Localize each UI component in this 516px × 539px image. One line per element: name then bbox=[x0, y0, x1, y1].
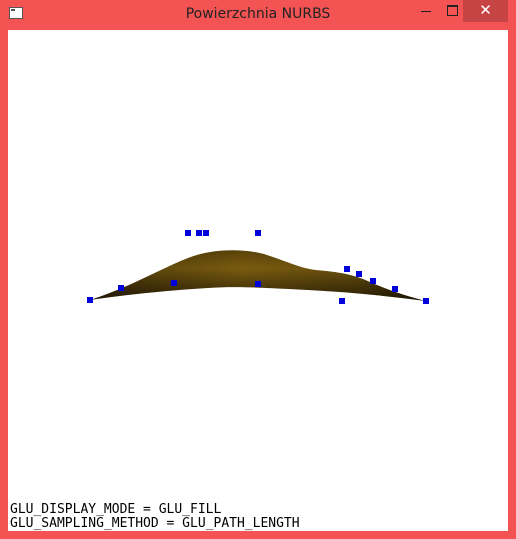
control-point bbox=[87, 297, 93, 303]
app-window: Powierzchnia NURBS ✕ GLU_DISPLAY_MODE = … bbox=[0, 0, 516, 539]
control-point bbox=[203, 230, 209, 236]
control-point bbox=[255, 281, 261, 287]
minimize-icon bbox=[421, 11, 431, 12]
status-sampling-method: GLU_SAMPLING_METHOD = GLU_PATH_LENGTH bbox=[10, 516, 300, 531]
nurbs-surface bbox=[90, 250, 426, 301]
control-point bbox=[185, 230, 191, 236]
control-point bbox=[171, 280, 177, 286]
close-button[interactable]: ✕ bbox=[463, 0, 508, 22]
control-point bbox=[370, 278, 376, 284]
opengl-viewport[interactable]: GLU_DISPLAY_MODE = GLU_FILL GLU_SAMPLING… bbox=[8, 30, 508, 531]
control-point bbox=[356, 271, 362, 277]
title-bar[interactable]: Powierzchnia NURBS ✕ bbox=[0, 0, 516, 30]
control-point bbox=[423, 298, 429, 304]
control-point bbox=[255, 230, 261, 236]
status-display-mode: GLU_DISPLAY_MODE = GLU_FILL bbox=[10, 502, 222, 517]
control-point bbox=[344, 266, 350, 272]
control-point bbox=[118, 285, 124, 291]
nurbs-scene bbox=[87, 230, 429, 304]
close-icon: ✕ bbox=[479, 1, 492, 19]
control-point bbox=[392, 286, 398, 292]
control-point bbox=[196, 230, 202, 236]
control-point bbox=[339, 298, 345, 304]
maximize-icon bbox=[447, 5, 458, 16]
